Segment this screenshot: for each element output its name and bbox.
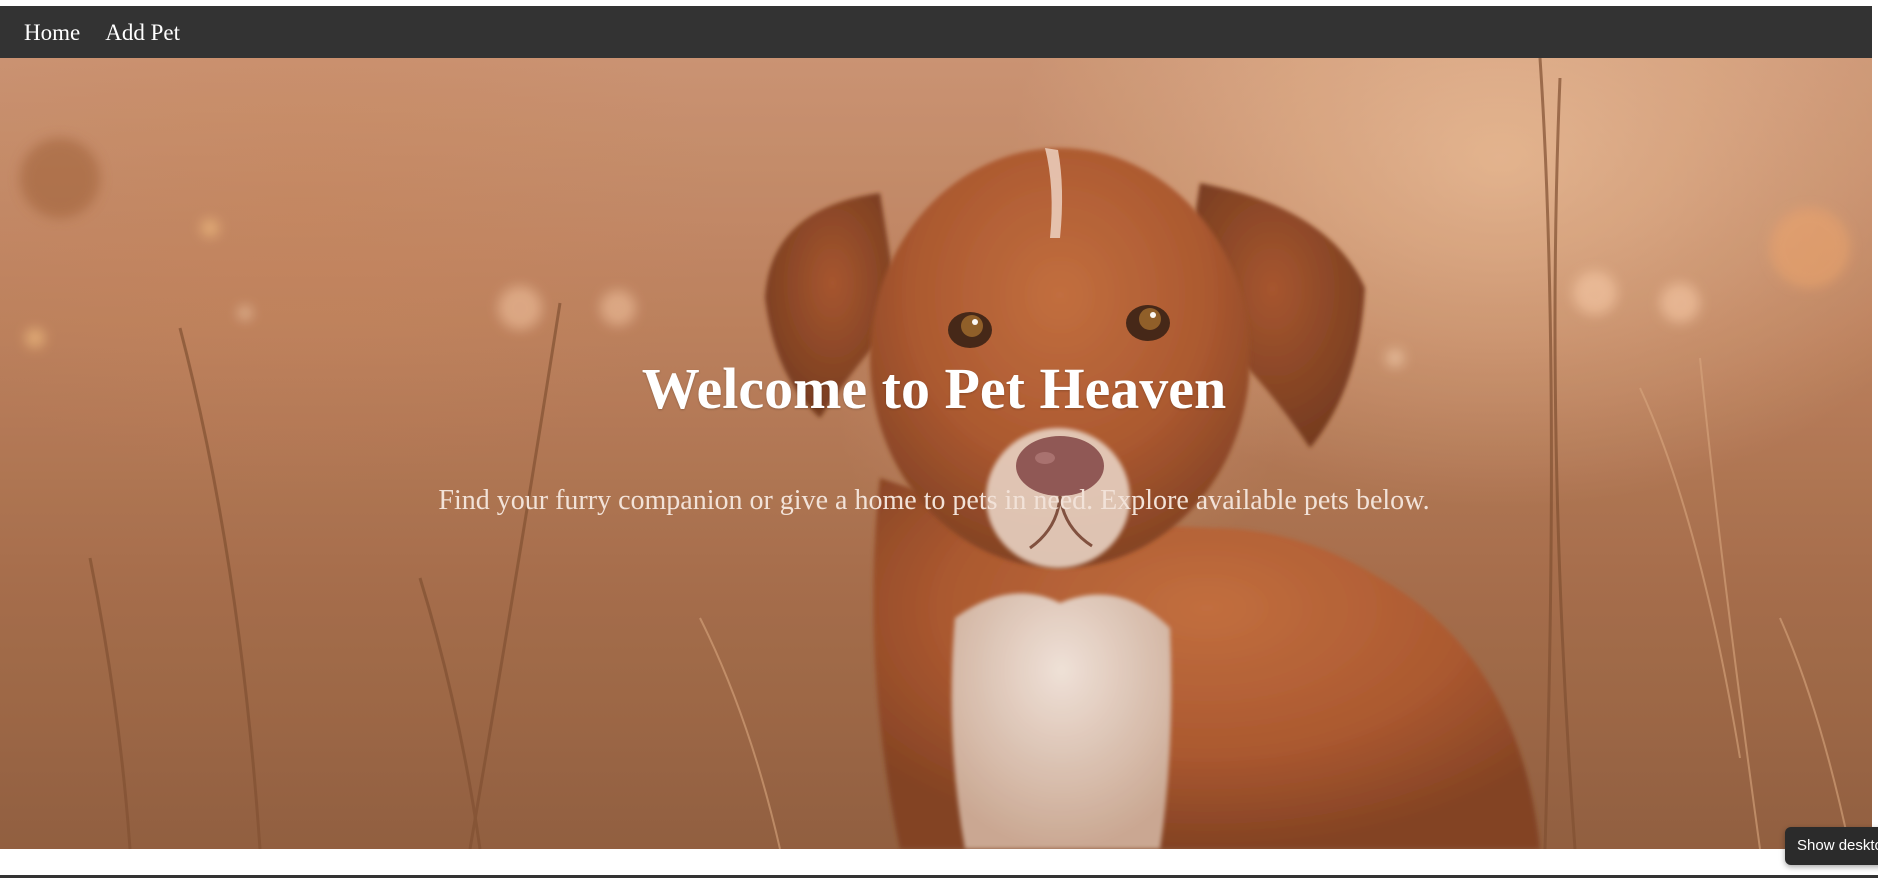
hero-title: Welcome to Pet Heaven <box>641 356 1227 421</box>
nav-link-add-pet[interactable]: Add Pet <box>105 21 180 44</box>
top-navbar: Home Add Pet <box>0 6 1872 58</box>
nav-link-home[interactable]: Home <box>24 21 80 44</box>
hero-banner: Welcome to Pet Heaven Find your furry co… <box>0 58 1872 849</box>
hero-content: Welcome to Pet Heaven Find your furry co… <box>0 58 1868 849</box>
hero-subtitle: Find your furry companion or give a home… <box>438 485 1430 516</box>
show-desktop-tooltip[interactable]: Show deskto <box>1785 827 1878 865</box>
